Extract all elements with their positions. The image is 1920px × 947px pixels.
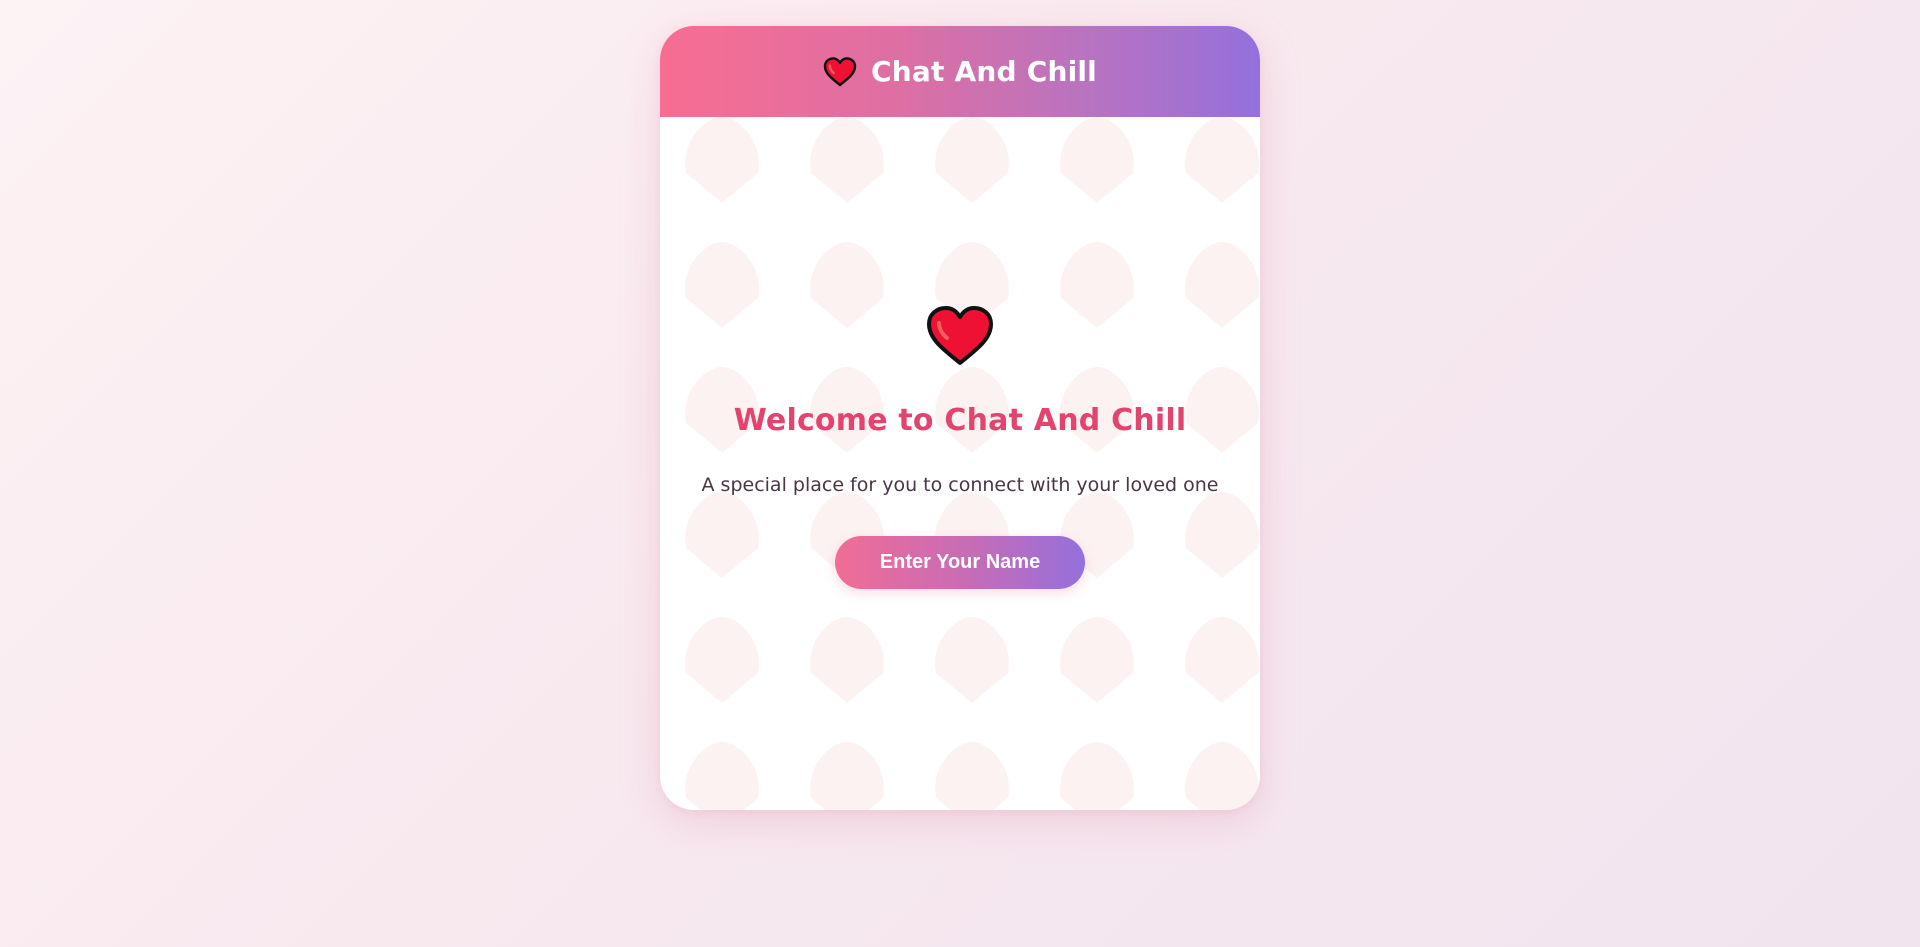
welcome-card: Chat And Chill Welcome to Chat And Chill… xyxy=(660,26,1260,810)
heart-icon xyxy=(823,56,857,87)
app-title: Chat And Chill xyxy=(871,55,1097,88)
welcome-title: Welcome to Chat And Chill xyxy=(733,403,1187,438)
welcome-content: Welcome to Chat And Chill A special plac… xyxy=(660,117,1260,810)
enter-name-button[interactable]: Enter Your Name xyxy=(835,536,1085,589)
welcome-subtitle: A special place for you to connect with … xyxy=(701,474,1219,496)
card-body: Welcome to Chat And Chill A special plac… xyxy=(660,117,1260,810)
app-header: Chat And Chill xyxy=(660,26,1260,117)
heart-icon xyxy=(925,305,995,367)
